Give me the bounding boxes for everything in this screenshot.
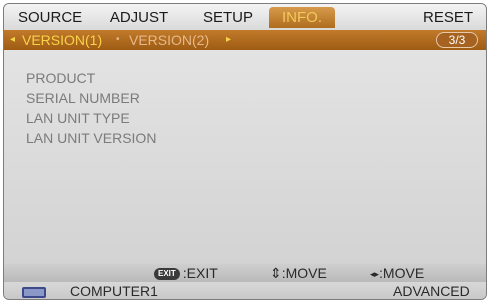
subtab-version1[interactable]: VERSION(1)	[22, 30, 102, 50]
tab-source[interactable]: SOURCE	[18, 7, 82, 28]
tab-setup[interactable]: SETUP	[198, 7, 258, 28]
info-content-panel: PRODUCT SERIAL NUMBER LAN UNIT TYPE LAN …	[4, 50, 486, 264]
subtab-version2[interactable]: VERSION(2)	[129, 30, 209, 50]
move-leftright-hint: ◂▸:MOVE	[370, 264, 424, 282]
move-updown-label: :MOVE	[281, 265, 327, 281]
leftright-arrows-icon: ◂▸	[370, 269, 380, 279]
info-serial-number: SERIAL NUMBER	[26, 90, 140, 106]
key-guide-bar: EXIT:EXIT ⇕:MOVE ◂▸:MOVE	[4, 264, 486, 282]
projector-osd-menu: SOURCE ADJUST SETUP INFO. RESET ◂ VERSIO…	[3, 3, 487, 300]
exit-hint-label: :EXIT	[182, 265, 218, 281]
main-menu-bar: SOURCE ADJUST SETUP INFO. RESET	[4, 4, 486, 30]
right-arrow-icon[interactable]: ▸	[226, 30, 231, 50]
tab-reset[interactable]: RESET	[418, 7, 478, 28]
source-label: COMPUTER1	[70, 283, 158, 299]
updown-arrows-icon: ⇕	[270, 265, 282, 281]
exit-button-icon: EXIT	[154, 268, 180, 280]
move-updown-hint: ⇕:MOVE	[270, 264, 327, 282]
move-leftright-label: :MOVE	[379, 265, 425, 281]
tab-info[interactable]: INFO.	[269, 7, 335, 28]
info-product: PRODUCT	[26, 70, 96, 86]
info-lan-unit-version: LAN UNIT VERSION	[26, 130, 157, 146]
separator-dot-icon: •	[116, 34, 120, 45]
computer-input-icon	[22, 287, 46, 298]
tab-adjust[interactable]: ADJUST	[107, 7, 171, 28]
mode-label: ADVANCED	[393, 283, 470, 299]
status-bar: COMPUTER1 ADVANCED	[4, 282, 486, 299]
page-counter: 3/3	[436, 32, 478, 48]
left-arrow-icon[interactable]: ◂	[10, 30, 15, 50]
info-lan-unit-type: LAN UNIT TYPE	[26, 110, 130, 126]
sub-tab-bar: ◂ VERSION(1) • VERSION(2) ▸ 3/3	[4, 30, 486, 50]
exit-hint: EXIT:EXIT	[154, 264, 218, 282]
